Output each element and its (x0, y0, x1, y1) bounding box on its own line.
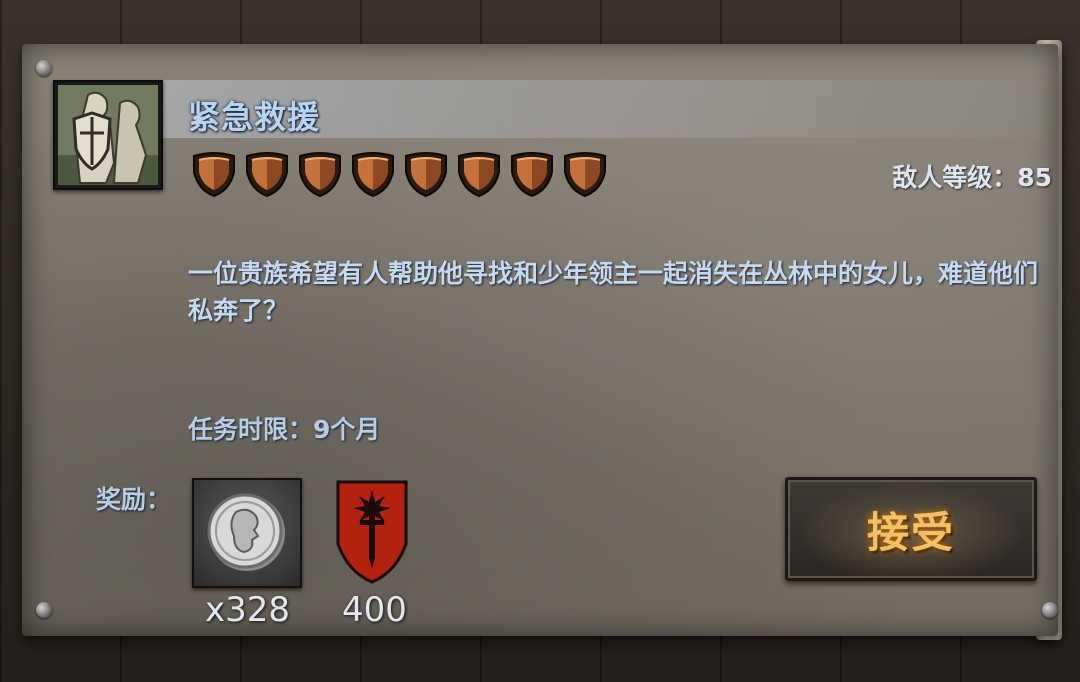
difficulty-shield-icon (349, 150, 397, 198)
difficulty-shield-icon (561, 150, 609, 198)
rivet-icon (36, 60, 52, 76)
difficulty-rating (190, 150, 609, 198)
rivet-icon (1042, 602, 1058, 618)
quest-time-limit: 任务时限：9个月 (188, 415, 381, 444)
silver-coin-icon (192, 478, 302, 588)
difficulty-shield-icon (402, 150, 450, 198)
difficulty-shield-icon (243, 150, 291, 198)
quest-description: 一位贵族希望有人帮助他寻找和少年领主一起消失在丛林中的女儿，难道他们私奔了？ (188, 259, 1039, 325)
difficulty-shield-icon (190, 150, 238, 198)
accept-button-label: 接受 (866, 507, 955, 557)
difficulty-shield-icon (455, 150, 503, 198)
rewards-label: 奖励： (96, 485, 172, 514)
reward-quantity: 400 (342, 590, 407, 630)
red-sword-banner-icon (336, 480, 408, 588)
accept-button[interactable]: 接受 (785, 477, 1037, 581)
difficulty-shield-icon (508, 150, 556, 198)
reward-quantity: x328 (205, 590, 291, 630)
difficulty-shield-icon (296, 150, 344, 198)
rivet-icon (36, 602, 52, 618)
rescue-quest-icon (53, 80, 163, 190)
quest-title: 紧急救援 (188, 98, 321, 136)
enemy-level: 敌人等级：85 (892, 163, 1052, 192)
